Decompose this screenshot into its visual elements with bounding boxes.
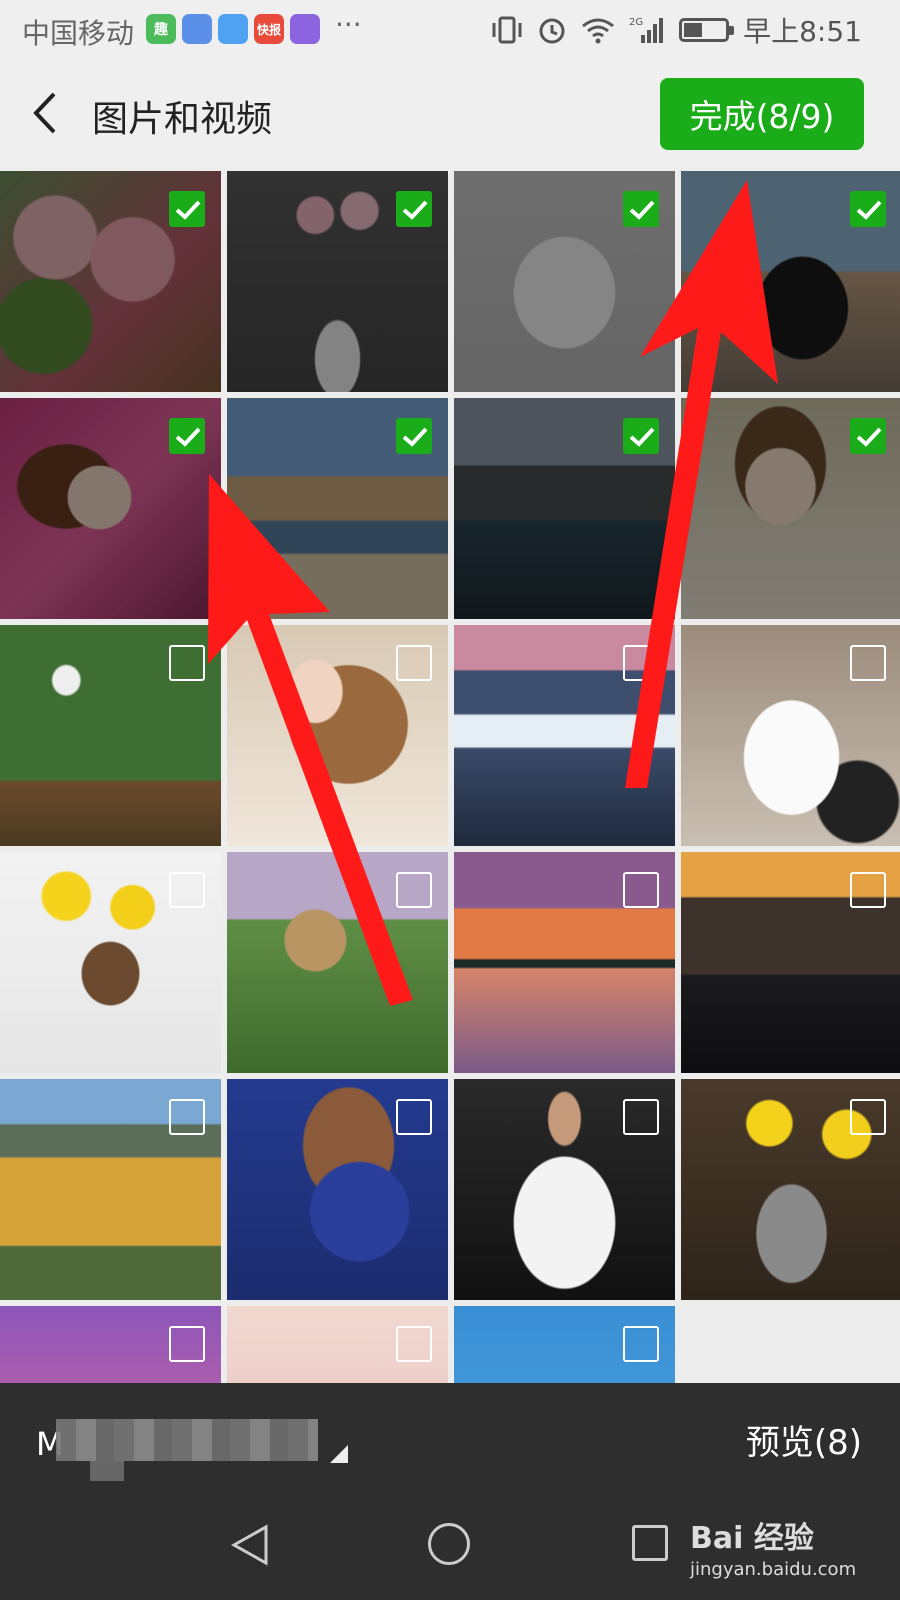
status-bar: 中国移动 趣 快报 ··· 2G 早上8:51	[0, 0, 900, 60]
watermark-url: jingyan.baidu.com	[690, 1559, 857, 1580]
check-icon	[402, 427, 428, 447]
vibrate-icon	[492, 16, 522, 44]
checkbox[interactable]	[850, 191, 886, 227]
checkbox[interactable]	[623, 418, 659, 454]
app5-icon	[290, 14, 320, 44]
app2-icon	[182, 14, 212, 44]
page-title: 图片和视频	[92, 99, 273, 140]
checkbox[interactable]	[169, 1326, 205, 1362]
checkbox[interactable]	[396, 1326, 432, 1362]
photo-tile[interactable]	[0, 1306, 221, 1383]
clock: 早上8:51	[743, 15, 862, 48]
svg-text:2G: 2G	[629, 17, 643, 28]
photo-tile[interactable]	[227, 625, 448, 846]
photo-tile[interactable]	[227, 852, 448, 1073]
check-icon	[856, 427, 882, 447]
photo-tile[interactable]	[454, 625, 675, 846]
carrier-name: 中国移动	[22, 17, 135, 50]
photo-tile[interactable]	[681, 398, 900, 619]
checkbox[interactable]	[169, 872, 205, 908]
preview-button[interactable]: 预览(8)	[746, 1415, 862, 1464]
checkbox[interactable]	[169, 418, 205, 454]
check-icon	[629, 200, 655, 220]
photo-tile[interactable]	[681, 625, 900, 846]
more-notifications-icon: ···	[335, 8, 362, 41]
photo-tile[interactable]	[0, 852, 221, 1073]
checkbox[interactable]	[850, 645, 886, 681]
photo-tile[interactable]	[681, 1079, 900, 1300]
nav-home-icon[interactable]	[428, 1523, 470, 1565]
bottom-toolbar: M 预览(8)	[0, 1383, 900, 1495]
alarm-icon	[539, 18, 565, 44]
photo-tile[interactable]	[681, 852, 900, 1073]
checkbox[interactable]	[623, 872, 659, 908]
app4-icon: 快报	[254, 14, 284, 44]
check-icon	[175, 200, 201, 220]
notification-icons: 趣 快报	[146, 14, 320, 44]
album-name-redacted-tail	[90, 1461, 124, 1481]
checkbox[interactable]	[623, 1326, 659, 1362]
status-right: 2G 早上8:51	[491, 10, 862, 50]
check-icon	[629, 427, 655, 447]
photo-tile[interactable]	[227, 171, 448, 392]
photo-tile[interactable]	[681, 171, 900, 392]
check-icon	[175, 427, 201, 447]
photo-tile[interactable]	[227, 1306, 448, 1383]
checkbox[interactable]	[623, 191, 659, 227]
watermark-brand: Bai 经验	[690, 1521, 814, 1556]
checkbox[interactable]	[623, 645, 659, 681]
photo-tile[interactable]	[454, 171, 675, 392]
checkbox[interactable]	[396, 418, 432, 454]
battery-icon	[679, 18, 735, 42]
photo-tile[interactable]	[0, 398, 221, 619]
baidu-jingyan-watermark: Bai 经验 jingyan.baidu.com	[690, 1513, 856, 1580]
dropdown-triangle-icon[interactable]	[330, 1445, 348, 1463]
checkbox[interactable]	[396, 191, 432, 227]
done-button[interactable]: 完成(8/9)	[660, 78, 864, 150]
nav-back-icon[interactable]	[230, 1523, 270, 1567]
nav-recents-icon[interactable]	[632, 1525, 668, 1561]
checkbox[interactable]	[850, 418, 886, 454]
checkbox[interactable]	[169, 191, 205, 227]
system-nav-bar: Bai 经验 jingyan.baidu.com	[0, 1495, 900, 1600]
checkbox[interactable]	[850, 1099, 886, 1135]
photo-grid	[0, 171, 900, 1383]
album-name-redacted	[56, 1419, 318, 1461]
photo-tile[interactable]	[454, 398, 675, 619]
photo-tile[interactable]	[454, 1306, 675, 1383]
checkbox[interactable]	[169, 645, 205, 681]
check-icon	[856, 200, 882, 220]
checkbox[interactable]	[169, 1099, 205, 1135]
checkbox[interactable]	[850, 872, 886, 908]
header: 图片和视频 完成(8/9)	[0, 60, 900, 168]
back-arrow-icon[interactable]	[26, 88, 66, 138]
photo-tile[interactable]	[0, 1079, 221, 1300]
photo-tile[interactable]	[454, 1079, 675, 1300]
checkbox[interactable]	[396, 872, 432, 908]
check-icon	[402, 200, 428, 220]
checkbox[interactable]	[396, 1099, 432, 1135]
photo-tile[interactable]	[0, 625, 221, 846]
photo-tile[interactable]	[454, 852, 675, 1073]
app1-icon: 趣	[146, 14, 176, 44]
wifi-icon	[582, 18, 615, 44]
photo-tile[interactable]	[0, 171, 221, 392]
photo-tile[interactable]	[227, 398, 448, 619]
signal-icon: 2G	[629, 17, 664, 43]
photo-tile[interactable]	[227, 1079, 448, 1300]
checkbox[interactable]	[396, 645, 432, 681]
checkbox[interactable]	[623, 1099, 659, 1135]
app3-icon	[218, 14, 248, 44]
